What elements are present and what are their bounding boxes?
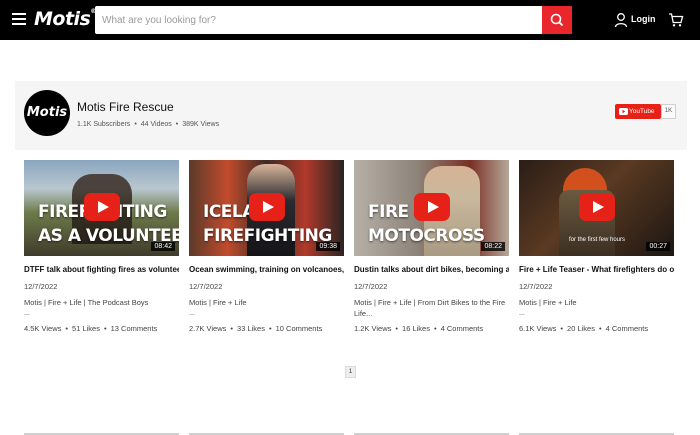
youtube-subscriber-count: 1K <box>661 104 676 119</box>
video-date: 12/7/2022 <box>354 282 388 291</box>
video-comments: 13 Comments <box>110 324 158 333</box>
video-title[interactable]: Ocean swimming, training on volcanoes, a… <box>189 265 344 274</box>
video-comments: 4 Comments <box>605 324 649 333</box>
video-views: 2.7K Views <box>189 324 227 333</box>
video-views: 1.2K Views <box>354 324 392 333</box>
description-ellipsis: ... <box>189 310 195 317</box>
cart-icon <box>669 13 684 27</box>
video-comments: 10 Comments <box>275 324 323 333</box>
video-title[interactable]: Dustin talks about dirt bikes, becoming … <box>354 265 509 274</box>
video-likes: 20 Likes <box>567 324 595 333</box>
video-description: Motis | Fire + Life <box>189 298 247 307</box>
video-comments: 4 Comments <box>440 324 484 333</box>
channel-header: Motis Motis Fire Rescue 1.1K Subscribers… <box>15 81 687 150</box>
video-thumbnail[interactable]: FIREFIGHTING AS A VOLUNTEER 08:42 <box>24 160 179 256</box>
video-thumbnail[interactable]: for the first few hours 00:27 <box>519 160 674 256</box>
video-views: 6.1K Views <box>519 324 557 333</box>
play-icon <box>579 193 615 221</box>
subscriber-count: 1.1K Subscribers <box>77 121 131 128</box>
pagination-page[interactable]: 1 <box>345 366 356 378</box>
video-duration: 08:42 <box>151 242 175 251</box>
description-ellipsis: ... <box>519 310 525 317</box>
video-duration: 08:22 <box>481 242 505 251</box>
video-title[interactable]: DTFF talk about fighting fires as volunt… <box>24 265 179 274</box>
motis-logo[interactable]: Motis® <box>34 8 96 30</box>
video-duration: 09:38 <box>316 242 340 251</box>
video-stats: 2.7K Views • 33 Likes • 10 Comments <box>189 324 323 333</box>
video-thumbnail[interactable]: ICELAND FIREFIGHTING 09:38 <box>189 160 344 256</box>
video-stats: 4.5K Views • 51 Likes • 13 Comments <box>24 324 158 333</box>
search-icon <box>550 13 564 27</box>
video-description: Motis | Fire + Life | The Podcast Boys <box>24 298 149 307</box>
video-count: 44 Videos <box>140 121 172 128</box>
top-navigation-bar: Motis® Login <box>0 0 700 40</box>
cart-button[interactable] <box>668 12 684 33</box>
description-ellipsis: ... <box>24 310 30 317</box>
video-date: 12/7/2022 <box>189 282 223 291</box>
video-likes: 51 Likes <box>72 324 100 333</box>
video-views: 4.5K Views <box>24 324 62 333</box>
thumbnail-caption: for the first few hours <box>569 237 626 243</box>
channel-name: Motis Fire Rescue <box>77 100 174 114</box>
video-date: 12/7/2022 <box>24 282 58 291</box>
video-title[interactable]: Fire + Life Teaser - What firefighters d… <box>519 265 674 274</box>
user-icon <box>614 13 628 28</box>
video-description: Motis | Fire + Life | From Dirt Bikes to… <box>354 298 506 318</box>
video-thumbnail[interactable]: FIRE & MOTOCROSS 08:22 <box>354 160 509 256</box>
video-stats: 6.1K Views • 20 Likes • 4 Comments <box>519 324 649 333</box>
video-date: 12/7/2022 <box>519 282 553 291</box>
channel-stats: 1.1K Subscribers • 44 Videos • 389K Views <box>77 121 220 128</box>
video-description: Motis | Fire + Life <box>519 298 577 307</box>
play-icon <box>84 193 120 221</box>
channel-avatar[interactable]: Motis <box>24 90 70 136</box>
video-likes: 33 Likes <box>237 324 265 333</box>
video-stats: 1.2K Views • 16 Likes • 4 Comments <box>354 324 484 333</box>
search-button[interactable] <box>542 6 572 34</box>
play-icon <box>249 193 285 221</box>
search-input[interactable] <box>95 6 542 34</box>
video-duration: 00:27 <box>646 242 670 251</box>
video-likes: 16 Likes <box>402 324 430 333</box>
hamburger-menu-icon[interactable] <box>12 13 26 25</box>
view-count: 389K Views <box>182 121 220 128</box>
youtube-label: YouTube <box>629 108 655 115</box>
login-label: Login <box>631 14 656 24</box>
youtube-icon <box>619 108 628 115</box>
search-bar <box>95 6 572 34</box>
play-icon <box>414 193 450 221</box>
